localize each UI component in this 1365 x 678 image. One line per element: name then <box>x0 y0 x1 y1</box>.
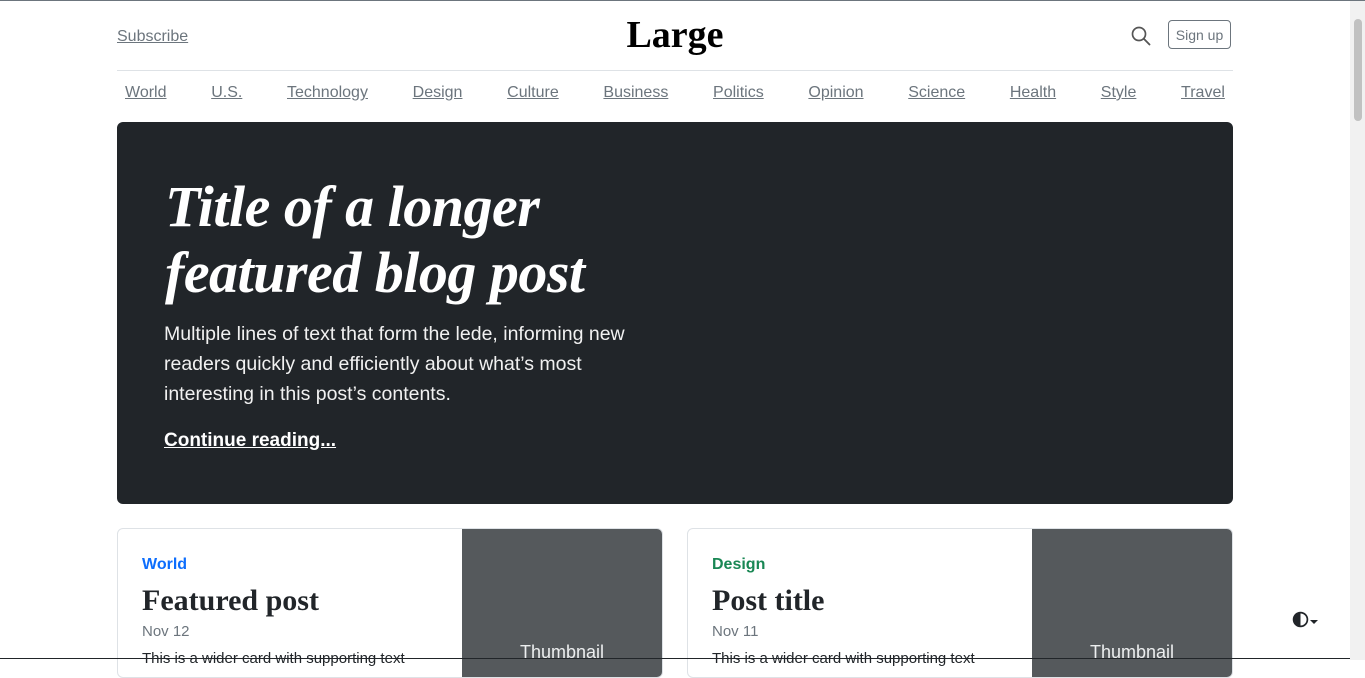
thumbnail-label: Thumbnail <box>519 642 605 662</box>
card-thumbnail: Thumbnail <box>462 529 662 677</box>
hero-title: Title of a longer featured blog post <box>165 174 685 306</box>
chevron-down-icon <box>1309 613 1319 631</box>
nav-item-us[interactable]: U.S. <box>211 84 242 106</box>
featured-hero: Title of a longer featured blog post Mul… <box>117 122 1233 504</box>
scrollbar[interactable] <box>1350 1 1365 660</box>
nav-item-design[interactable]: Design <box>413 84 463 106</box>
card-title: Featured post <box>142 584 319 617</box>
nav-item-business[interactable]: Business <box>603 84 668 106</box>
hero-lede: Multiple lines of text that form the led… <box>164 323 625 405</box>
site-header: Subscribe Large Sign up <box>117 1 1233 71</box>
contrast-icon <box>1292 611 1309 633</box>
signup-button[interactable]: Sign up <box>1168 20 1231 49</box>
nav-item-travel[interactable]: Travel <box>1181 84 1225 106</box>
category-nav: World U.S. Technology Design Culture Bus… <box>117 84 1233 106</box>
brand-logo[interactable]: Large <box>117 13 1233 57</box>
scrollbar-thumb[interactable] <box>1354 19 1362 121</box>
nav-item-health[interactable]: Health <box>1010 84 1056 106</box>
card-category: Design <box>712 556 766 573</box>
nav-item-opinion[interactable]: Opinion <box>808 84 863 106</box>
card-date: Nov 12 <box>142 623 190 640</box>
nav-item-technology[interactable]: Technology <box>287 84 368 106</box>
nav-item-style[interactable]: Style <box>1101 84 1137 106</box>
card-category: World <box>142 556 188 573</box>
post-card[interactable]: Design Post title Nov 11 This is a wider… <box>687 528 1233 678</box>
nav-item-culture[interactable]: Culture <box>507 84 559 106</box>
nav-item-science[interactable]: Science <box>908 84 965 106</box>
nav-item-politics[interactable]: Politics <box>713 84 764 106</box>
card-date: Nov 11 <box>712 623 759 640</box>
search-icon[interactable] <box>1131 26 1153 48</box>
page-container: Subscribe Large Sign up World U.S. Techn… <box>117 1 1233 678</box>
card-thumbnail: Thumbnail <box>1032 529 1232 677</box>
continue-reading-link[interactable]: Continue reading... <box>164 430 336 452</box>
card-title: Post title <box>712 584 825 617</box>
hero-title-line1: Title of a longer <box>165 174 540 239</box>
nav-item-world[interactable]: World <box>125 84 167 106</box>
brand-text[interactable]: Large <box>626 13 723 57</box>
post-card[interactable]: World Featured post Nov 12 This is a wid… <box>117 528 663 678</box>
hero-title-line2: featured blog post <box>165 240 585 305</box>
theme-toggle-button[interactable] <box>1292 611 1322 633</box>
thumbnail-label: Thumbnail <box>1089 642 1175 662</box>
